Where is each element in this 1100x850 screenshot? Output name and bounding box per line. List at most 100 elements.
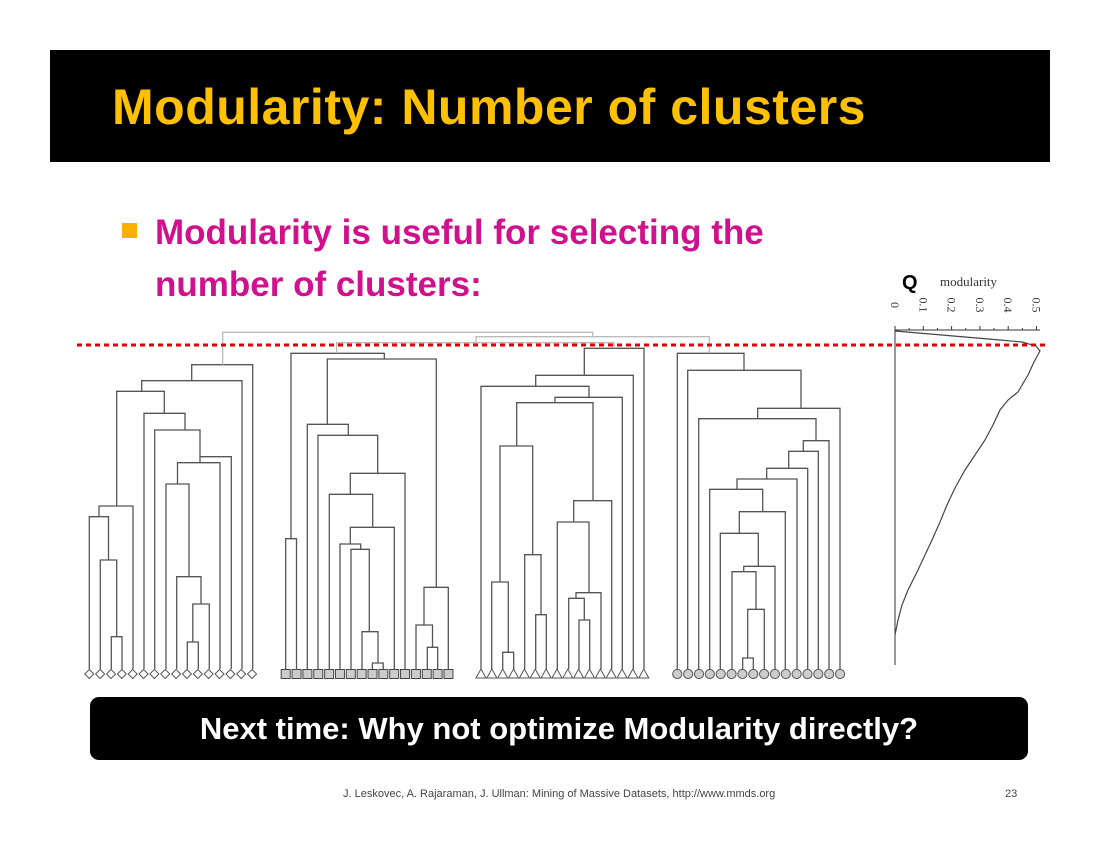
leaf-square-marker <box>302 669 313 679</box>
leaf-diamond-marker <box>160 668 171 680</box>
modularity-axis-label: modularity <box>940 274 998 289</box>
dendrogram-link <box>698 418 817 669</box>
leaf-circle-marker <box>737 668 748 680</box>
dendrogram-link <box>480 385 590 669</box>
dendrogram-link <box>766 467 809 669</box>
leaf-triangle-marker <box>518 667 531 679</box>
dendrogram-link <box>350 548 370 669</box>
tick-label: 0.3 <box>973 298 987 313</box>
leaf-circle-marker <box>715 668 726 680</box>
leaf-triangle-marker <box>616 667 628 679</box>
dendrogram-link <box>88 516 110 669</box>
callout-text: Next time: Why not optimize Modularity d… <box>199 710 919 746</box>
leaf-square-marker <box>443 669 454 679</box>
dendrogram-link <box>143 412 186 669</box>
leaf-square-marker <box>389 669 400 679</box>
dendrogram-link <box>191 364 254 669</box>
leaf-triangle-marker <box>583 667 596 679</box>
leaf-square-marker <box>334 669 345 679</box>
dendrogram-link <box>349 526 395 669</box>
dendrogram-link <box>736 478 798 669</box>
leaf-diamond-marker <box>116 668 128 680</box>
tick-label: 0.4 <box>1001 298 1015 313</box>
leaf-triangle-marker <box>594 667 607 679</box>
dendrogram-link <box>575 592 602 669</box>
dendrogram-link <box>426 646 439 669</box>
dendrogram <box>88 347 841 669</box>
dendrogram-link <box>535 614 547 669</box>
dendrogram-link <box>524 554 542 669</box>
leaf-triangle-marker <box>627 667 639 679</box>
leaf-square-marker <box>400 669 411 679</box>
dendrogram-link <box>742 657 754 669</box>
dendrogram-link <box>709 488 764 669</box>
leaf-circle-marker <box>834 668 846 680</box>
leaf-square-marker <box>356 669 367 679</box>
leaf-triangle-marker <box>605 667 618 679</box>
leaf-diamond-marker <box>138 668 149 680</box>
dendrogram-link <box>499 445 534 582</box>
leaf-diamond-marker <box>203 668 214 680</box>
dendrogram-link <box>731 571 757 669</box>
dendrogram-link <box>176 576 202 669</box>
leaf-square-marker <box>313 669 324 679</box>
leaf-triangle-marker <box>507 667 520 679</box>
dendrogram-link <box>747 608 765 669</box>
dendrogram-link <box>502 651 515 669</box>
leaf-diamond-marker <box>214 668 225 680</box>
leaf-diamond-marker <box>84 668 95 680</box>
page-number: 23 <box>1005 788 1018 800</box>
footer-citation: J. Leskovec, A. Rajaraman, J. Ullman: Mi… <box>343 788 776 800</box>
modularity-plot: Q modularity 0 0.1 0.2 0.3 0.4 0.5 <box>888 272 1044 665</box>
leaf-square-marker <box>367 669 378 679</box>
dendrogram-link <box>186 641 199 669</box>
leaf-square-marker <box>280 669 291 679</box>
leaf-diamond-marker <box>181 668 193 680</box>
leaf-diamond-marker <box>246 668 258 680</box>
leaf-circle-marker <box>748 668 759 680</box>
leaf-triangle-marker <box>540 667 552 679</box>
dendrogram-link <box>290 352 385 539</box>
leaf-circle-marker <box>824 668 835 680</box>
tick-label: 0.1 <box>916 298 930 313</box>
dendrogram-link <box>687 369 802 669</box>
leaf-circle-marker <box>813 668 824 680</box>
leaf-square-marker <box>324 669 335 679</box>
dendrogram-link <box>199 456 232 669</box>
dendrogram-leaves <box>84 667 846 680</box>
leaf-circle-marker <box>780 668 791 680</box>
dendrogram-link <box>371 662 384 669</box>
leaf-triangle-marker <box>572 667 585 679</box>
leaf-circle-marker <box>769 668 781 680</box>
leaf-circle-marker <box>672 668 683 680</box>
leaf-diamond-marker <box>170 668 182 680</box>
dendrogram-link <box>176 462 221 669</box>
leaf-circle-marker <box>759 668 770 680</box>
dendrogram-link <box>757 407 841 669</box>
leaf-circle-marker <box>704 668 715 680</box>
dendrogram-link <box>583 347 645 669</box>
tick-label: 0.2 <box>945 298 959 313</box>
leaf-triangle-marker <box>561 667 574 679</box>
dendrogram-link <box>788 450 819 669</box>
leaf-diamond-marker <box>192 668 204 680</box>
leaf-square-marker <box>432 669 443 679</box>
dendrogram-link <box>192 603 210 669</box>
tick-label: 0.5 <box>1030 298 1044 313</box>
dendrogram-link <box>516 402 594 501</box>
dendrogram-link <box>719 532 759 669</box>
leaf-triangle-marker <box>637 667 650 679</box>
dendrogram-link <box>98 505 134 669</box>
dendrogram-link <box>578 619 591 669</box>
leaf-square-marker <box>378 669 389 679</box>
leaf-circle-marker <box>693 668 705 680</box>
leaf-circle-marker <box>791 668 802 680</box>
leaf-square-marker <box>410 669 421 679</box>
leaf-diamond-marker <box>94 668 106 680</box>
leaf-square-marker <box>421 669 432 679</box>
dendrogram-link <box>116 390 165 506</box>
dendrogram-link <box>556 521 590 669</box>
leaf-circle-marker <box>683 668 694 680</box>
leaf-triangle-marker <box>529 667 542 679</box>
dendrogram-link <box>99 559 118 669</box>
